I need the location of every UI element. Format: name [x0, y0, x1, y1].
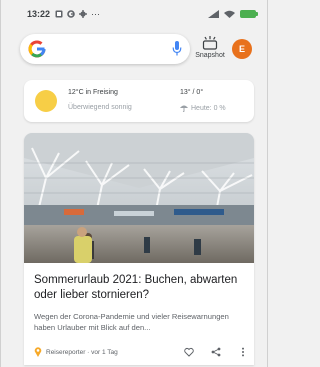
weather-temp-location: 12°C in Freising: [68, 89, 118, 96]
news-card[interactable]: Sommerurlaub 2021: Buchen, abwarten oder…: [24, 133, 254, 365]
status-right-icons: [208, 10, 258, 18]
weather-rain: Heute: 0 %: [180, 104, 226, 112]
heart-icon[interactable]: [184, 347, 194, 357]
status-time: 13:22: [27, 9, 51, 19]
weather-rain-label: Heute: 0 %: [191, 104, 226, 112]
news-actions: [184, 347, 248, 357]
share-icon[interactable]: [211, 347, 221, 357]
snapshot-icon: [202, 36, 218, 50]
settings-icon: [79, 10, 88, 18]
notification-icon: [55, 10, 63, 18]
search-bar[interactable]: [20, 34, 190, 64]
news-snippet: Wegen der Corona-Pandemie und vieler Rei…: [34, 312, 229, 332]
news-title[interactable]: Sommerurlaub 2021: Buchen, abwarten oder…: [34, 273, 246, 303]
battery-icon: [240, 10, 258, 18]
signal-icon: [208, 10, 219, 18]
google-icon: [67, 10, 75, 18]
news-footer: Reisereporter · vor 1 Tag: [34, 345, 248, 359]
source-label: Reisereporter · vor 1 Tag: [46, 348, 118, 356]
news-image[interactable]: [24, 133, 254, 263]
wifi-icon: [224, 10, 235, 18]
status-left-icons: ···: [55, 9, 100, 19]
status-bar: 13:22 ···: [0, 0, 268, 28]
snapshot-button[interactable]: Snapshot: [192, 36, 228, 64]
snapshot-label: Snapshot: [195, 52, 225, 59]
avatar[interactable]: E: [232, 39, 252, 59]
weather-card[interactable]: 12°C in Freising Überwiegend sonnig 13° …: [24, 80, 254, 122]
source-pin-icon: [34, 347, 42, 357]
more-vert-icon[interactable]: [238, 347, 248, 357]
more-icon: ···: [91, 9, 101, 19]
sun-icon: [35, 90, 57, 112]
weather-condition: Überwiegend sonnig: [68, 104, 132, 111]
google-logo-icon[interactable]: [28, 39, 46, 59]
umbrella-icon: [180, 105, 188, 112]
mic-icon[interactable]: [172, 40, 182, 58]
weather-range: 13° / 0°: [180, 89, 204, 96]
